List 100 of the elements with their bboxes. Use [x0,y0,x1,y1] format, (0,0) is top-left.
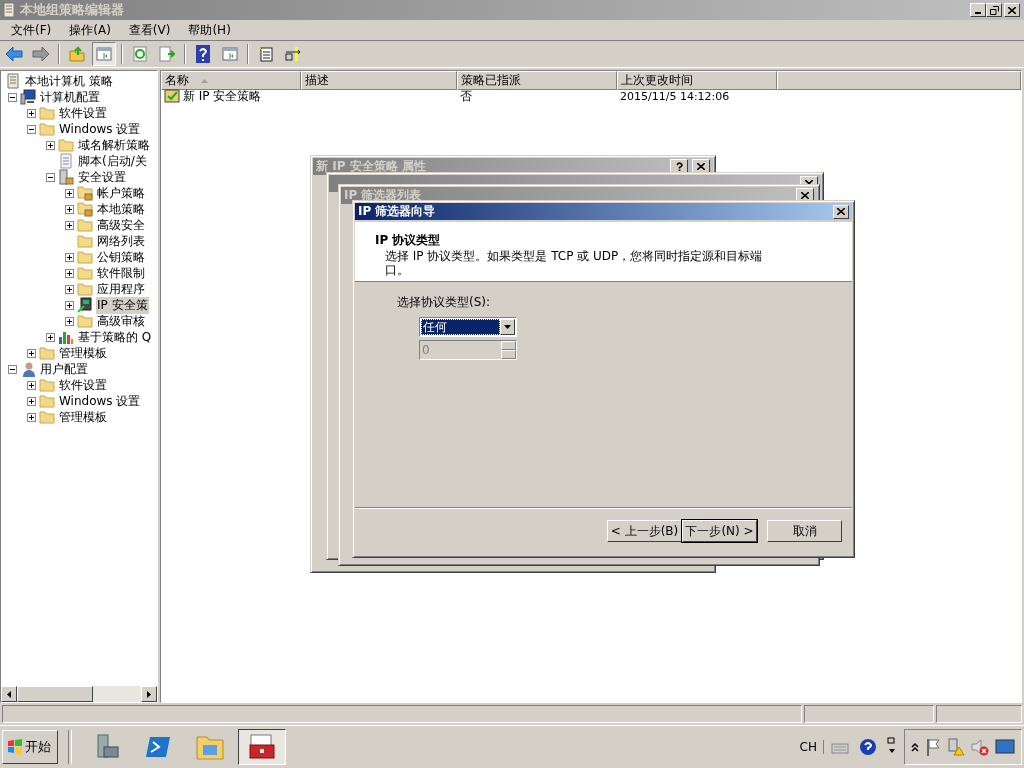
wizard-heading: IP 协议类型 [375,232,442,249]
dropdown-arrow-icon [504,325,511,329]
tree-item[interactable]: 本地计算机 策略 [24,72,114,90]
folder-icon [39,394,55,408]
locked-folder-icon [77,185,93,201]
expander-icon[interactable] [65,252,74,262]
toolbox-icon[interactable] [238,729,286,765]
tree-item[interactable]: 用户配置 [39,360,89,378]
tree-item[interactable]: 软件设置 [58,104,108,122]
wizard-button[interactable]: 取消 [767,520,842,542]
tree-item[interactable]: 脚本(启动/关 [77,152,148,170]
table-cell: 新 IP 安全策略 [183,87,262,105]
folder-icon [77,218,93,232]
tree-item[interactable]: 高级安全 [96,216,146,234]
monitor-icon[interactable] [995,739,1015,755]
tree-item[interactable]: 应用程序 [96,280,146,298]
column-header[interactable]: 描述 [301,71,457,90]
expander-icon[interactable] [46,140,55,150]
policy-icon [164,89,180,103]
scroll-icon [6,73,20,89]
expander-icon[interactable] [46,172,55,182]
column-header[interactable]: 上次更改时间 [617,71,777,90]
window-title: 本地组策略编辑器 [20,1,125,19]
menu-item[interactable]: 查看(V) [119,19,180,41]
tree-item[interactable]: 管理模板 [58,344,108,362]
locked-folder-icon [77,201,93,217]
folder-icon [39,378,55,392]
scroll-icon [2,2,16,18]
menu-item[interactable]: 操作(A) [60,19,120,41]
expander-icon[interactable] [8,364,17,374]
minimize-button[interactable] [970,3,986,17]
expander-icon[interactable] [27,412,36,422]
right-arrow-icon [147,690,151,698]
folder-icon [39,106,55,120]
server-lock-icon [58,169,74,185]
folder-icon [77,314,93,328]
tree-item[interactable]: 网络列表 [96,232,146,250]
folder-icon [39,122,55,136]
close-button[interactable] [833,204,849,219]
tree-item[interactable]: Windows 设置 [58,392,142,410]
expander-icon[interactable] [27,348,36,358]
wizard-button[interactable]: < 上一步(B) [607,520,682,542]
folder-icon [77,250,93,264]
expander-icon[interactable] [27,380,36,390]
tree-item[interactable]: 帐户策略 [96,184,146,202]
expander-icon[interactable] [8,92,17,102]
windows-logo-icon [7,739,23,755]
wizard-button[interactable]: 下一步(N) > [682,520,757,542]
expander-icon[interactable] [27,124,36,134]
tree-item[interactable]: 域名解析策略 [77,136,151,154]
menu-item[interactable]: 文件(F) [2,19,61,41]
left-arrow-icon [7,690,11,698]
expander-icon[interactable] [65,300,74,310]
expander-icon[interactable] [65,188,74,198]
language-indicator[interactable]: CH [793,740,824,754]
tree-item[interactable]: 高级审核 [96,312,146,330]
tree-item[interactable]: 公钥策略 [96,248,146,266]
tree-item[interactable]: 软件限制 [96,264,146,282]
bar-chart-icon [58,329,74,345]
expander-icon[interactable] [65,316,74,326]
tree-item[interactable]: Windows 设置 [58,120,142,138]
computer-key-icon [77,297,93,313]
flag-icon[interactable] [925,738,941,756]
tree-item[interactable]: 本地策略 [96,200,146,218]
expander-icon[interactable] [27,396,36,406]
column-header[interactable]: 策略已指派 [457,71,617,90]
close-button[interactable] [1004,3,1020,17]
expander-icon[interactable] [65,204,74,214]
menu-item[interactable]: 帮助(H) [179,19,240,41]
user-icon [20,361,36,377]
pane-icon[interactable] [92,42,116,66]
table-cell: 否 [460,87,472,105]
computer-icon [20,89,36,105]
tree-item[interactable]: 安全设置 [77,168,127,186]
scrollbar[interactable] [1,686,157,702]
folder-icon [77,266,93,280]
wizard-description: 选择 IP 协议类型。如果类型是 TCP 或 UDP，您将同时指定源和目标端口。 [384,249,764,277]
restore-button[interactable] [986,3,1002,17]
restore-icon [989,5,999,15]
folder-icon [39,410,55,424]
expander-icon[interactable] [46,332,55,342]
start-button[interactable]: 开始 [2,730,58,764]
protocol-dropdown[interactable]: 任何 [419,317,517,337]
table-cell: 2015/11/5 14:12:06 [620,89,730,103]
tree-item[interactable]: 计算机配置 [39,88,101,106]
expander-icon[interactable] [65,220,74,230]
column-header[interactable]: 名称 [161,71,301,90]
tree-item[interactable]: 基于策略的 Q [77,328,153,346]
folder-icon [58,138,74,152]
dialog-title: 新 IP 安全策略 属性 [316,158,427,175]
tree-item[interactable]: 软件设置 [58,376,108,394]
speaker-muted-icon[interactable] [971,738,989,756]
folder-icon [39,346,55,360]
expander-icon[interactable] [65,268,74,278]
tree-item[interactable]: IP 安全策 [96,296,149,314]
tree-item[interactable]: 管理模板 [58,408,108,426]
chevron-icon[interactable] [911,742,919,752]
expander-icon[interactable] [65,284,74,294]
expander-icon[interactable] [27,108,36,118]
script-icon [59,153,73,169]
